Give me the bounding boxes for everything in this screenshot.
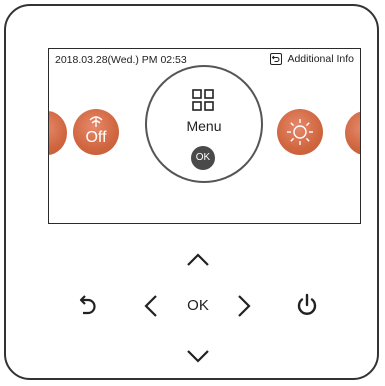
- menu-ok-chip[interactable]: OK: [191, 146, 215, 170]
- mode-carousel: Off Menu OK: [49, 65, 360, 223]
- back-icon: [79, 295, 96, 315]
- up-key[interactable]: [185, 252, 211, 268]
- power-icon: [297, 293, 317, 315]
- left-key[interactable]: [143, 293, 159, 319]
- back-key[interactable]: [77, 294, 99, 318]
- menu-label: Menu: [186, 118, 222, 134]
- controller-body: 2018.03.28(Wed.) PM 02:53 Additional Inf…: [4, 4, 379, 380]
- display-screen: 2018.03.28(Wed.) PM 02:53 Additional Inf…: [48, 48, 361, 224]
- datetime-text: 2018.03.28(Wed.) PM 02:53: [55, 54, 187, 66]
- chevron-down-icon: [187, 350, 209, 363]
- right-key[interactable]: [236, 293, 252, 319]
- fan-mode-icon: [89, 116, 103, 127]
- off-mode-button[interactable]: Off: [73, 109, 119, 155]
- mode-button-next[interactable]: [345, 111, 360, 155]
- chevron-left-icon: [144, 295, 157, 317]
- menu-button[interactable]: Menu OK: [145, 65, 263, 183]
- additional-info-label: Additional Info: [287, 53, 354, 65]
- grid-icon: [192, 89, 214, 111]
- ok-key[interactable]: OK: [183, 296, 213, 316]
- sun-icon: [287, 119, 313, 145]
- off-label: Off: [85, 129, 107, 146]
- chevron-right-icon: [238, 295, 251, 317]
- return-box-icon: [270, 53, 283, 65]
- power-key[interactable]: [295, 293, 319, 319]
- mode-button-prev[interactable]: [49, 111, 67, 155]
- down-key[interactable]: [185, 348, 211, 364]
- additional-info-button[interactable]: Additional Info: [270, 53, 354, 65]
- chevron-up-icon: [187, 253, 209, 266]
- heat-mode-button[interactable]: [277, 109, 323, 155]
